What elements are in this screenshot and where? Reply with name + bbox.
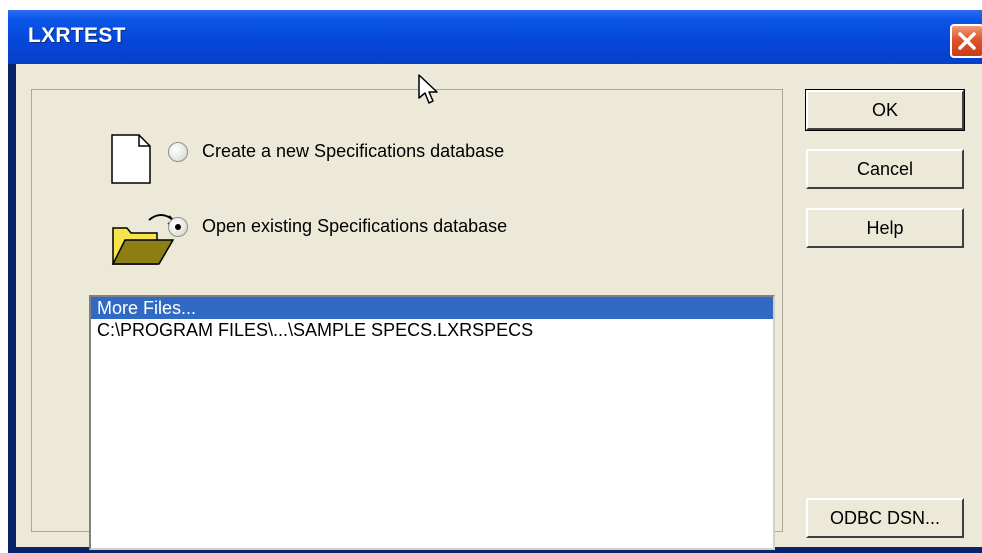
open-option-row[interactable]: Open existing Specifications database <box>168 216 507 237</box>
cancel-button[interactable]: Cancel <box>806 149 964 189</box>
close-button[interactable] <box>950 24 982 58</box>
document-icon <box>111 134 151 184</box>
create-option-row[interactable]: Create a new Specifications database <box>168 141 504 162</box>
ok-button[interactable]: OK <box>805 89 965 131</box>
odbc-dsn-button[interactable]: ODBC DSN... <box>806 498 964 538</box>
help-button[interactable]: Help <box>806 208 964 248</box>
create-new-label[interactable]: Create a new Specifications database <box>202 141 504 162</box>
title-bar[interactable]: LXRTEST <box>8 10 982 64</box>
dialog-body: Create a new Specifications database Ope… <box>16 64 982 550</box>
mouse-cursor-icon <box>418 74 438 104</box>
open-existing-label[interactable]: Open existing Specifications database <box>202 216 507 237</box>
recent-files-list[interactable]: More Files... C:\PROGRAM FILES\...\SAMPL… <box>89 295 775 550</box>
open-existing-radio[interactable] <box>168 216 188 237</box>
create-new-radio[interactable] <box>168 141 188 162</box>
list-item[interactable]: C:\PROGRAM FILES\...\SAMPLE SPECS.LXRSPE… <box>91 319 773 341</box>
close-icon <box>958 32 976 50</box>
window-title: LXRTEST <box>28 24 126 47</box>
database-options-group: Create a new Specifications database Ope… <box>31 89 783 550</box>
list-item[interactable]: More Files... <box>91 297 773 319</box>
dialog-window: LXRTEST Create a new Specifications data… <box>8 10 982 553</box>
